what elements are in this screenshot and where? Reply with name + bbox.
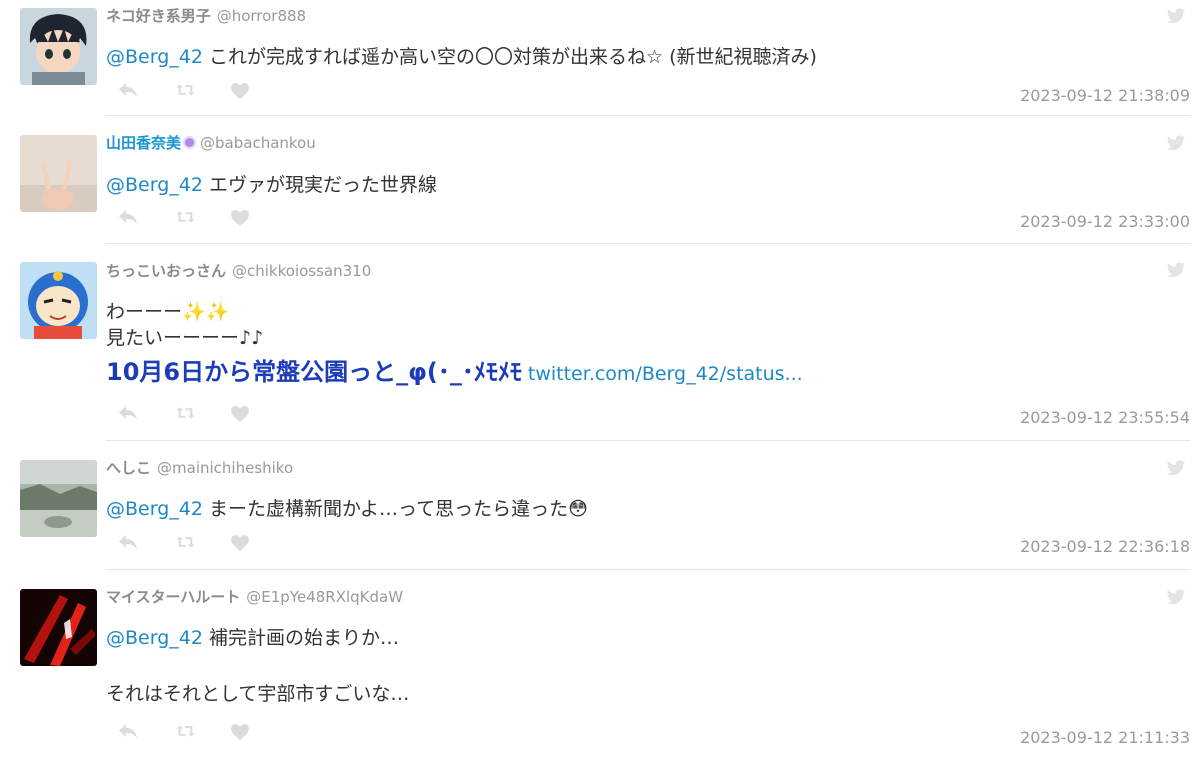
text-line: 見たいーーーー♪♪ [106,327,264,349]
user-handle[interactable]: @chikkoiossan310 [232,262,371,280]
tweet-item: ちっこいおっさん @chikkoiossan310 わーーー✨✨ 見たいーーーー♪… [0,244,1200,441]
tweet-text: @Berg_42 補完計画の始まりか… それはそれとして宇部市すごいな… [106,627,410,705]
user-handle[interactable]: @mainichiheshiko [157,459,293,477]
retweet-icon[interactable] [175,405,196,425]
reply-icon[interactable] [118,209,138,229]
author-line: ちっこいおっさん @chikkoiossan310 [106,260,371,281]
display-name[interactable]: ネコ好き系男子 [106,7,211,25]
highlight-text: 10月6日から常盤公園っと_φ(･_･ﾒﾓﾒﾓ [106,358,522,386]
reply-icon[interactable] [118,723,138,743]
tweet-text: @Berg_42 これが完成すれば遥か高い空の〇〇対策が出来るね☆ (新世紀視聴… [106,46,817,68]
timestamp[interactable]: 2023-09-12 21:11:33 [1020,728,1190,747]
mention-link[interactable]: @Berg_42 [106,498,203,520]
avatar[interactable] [20,589,97,666]
timestamp[interactable]: 2023-09-12 22:36:18 [1020,537,1190,556]
avatar[interactable] [20,262,97,339]
display-name[interactable]: へしこ [106,459,151,477]
reply-icon[interactable] [118,405,138,425]
tweet-item: 山田香奈美 @babachankou @Berg_42 エヴァが現実だった世界線 … [0,117,1200,244]
timestamp[interactable]: 2023-09-12 23:33:00 [1020,212,1190,231]
reply-icon[interactable] [118,82,138,102]
status-link[interactable]: twitter.com/Berg_42/status... [528,363,803,385]
author-line: 山田香奈美 @babachankou [106,132,316,153]
timestamp[interactable]: 2023-09-12 21:38:09 [1020,86,1190,105]
like-icon[interactable] [230,534,250,556]
mention-link[interactable]: @Berg_42 [106,46,203,68]
avatar[interactable] [20,135,97,212]
mention-link[interactable]: @Berg_42 [106,174,203,196]
reply-icon[interactable] [118,534,138,554]
author-line: マイスターハルート @E1pYe48RXlqKdaW [106,586,403,607]
like-icon[interactable] [230,82,250,104]
display-name[interactable]: 山田香奈美 [106,134,181,152]
timestamp[interactable]: 2023-09-12 23:55:54 [1020,408,1190,427]
badge-icon [185,138,195,147]
retweet-icon[interactable] [175,209,196,229]
user-handle[interactable]: @babachankou [200,134,316,152]
text-line: わーーー✨✨ [106,301,230,323]
user-handle[interactable]: @E1pYe48RXlqKdaW [246,588,403,606]
tweet-text: @Berg_42 まーた虚構新聞かよ…って思ったら違った😳 [106,498,588,520]
twitter-bird-icon[interactable] [1166,262,1186,283]
tweet-text: @Berg_42 エヴァが現実だった世界線 [106,174,437,196]
tweet-item: へしこ @mainichiheshiko @Berg_42 まーた虚構新聞かよ…っ… [0,441,1200,570]
tweet-text: わーーー✨✨ 見たいーーーー♪♪ 10月6日から常盤公園っと_φ(･_･ﾒﾓﾒﾓ… [106,299,803,389]
like-icon[interactable] [230,405,250,427]
tweet-item: ネコ好き系男子 @horror888 @Berg_42 これが完成すれば遥か高い空… [0,0,1200,117]
retweet-icon[interactable] [175,82,196,102]
twitter-bird-icon[interactable] [1166,460,1186,481]
text-line: それはそれとして宇部市すごいな… [106,683,410,705]
like-icon[interactable] [230,723,250,745]
retweet-icon[interactable] [175,723,196,743]
tweet-item: マイスターハルート @E1pYe48RXlqKdaW @Berg_42 補完計画の… [0,570,1200,759]
retweet-icon[interactable] [175,534,196,554]
user-handle[interactable]: @horror888 [217,7,306,25]
avatar[interactable] [20,8,97,85]
author-line: へしこ @mainichiheshiko [106,457,293,478]
avatar[interactable] [20,460,97,537]
display-name[interactable]: マイスターハルート [106,588,240,606]
like-icon[interactable] [230,209,250,231]
twitter-bird-icon[interactable] [1166,135,1186,156]
author-line: ネコ好き系男子 @horror888 [106,5,306,26]
twitter-bird-icon[interactable] [1166,589,1186,610]
mention-link[interactable]: @Berg_42 [106,627,203,649]
display-name[interactable]: ちっこいおっさん [106,262,226,280]
twitter-bird-icon[interactable] [1166,8,1186,29]
divider [106,115,1190,116]
